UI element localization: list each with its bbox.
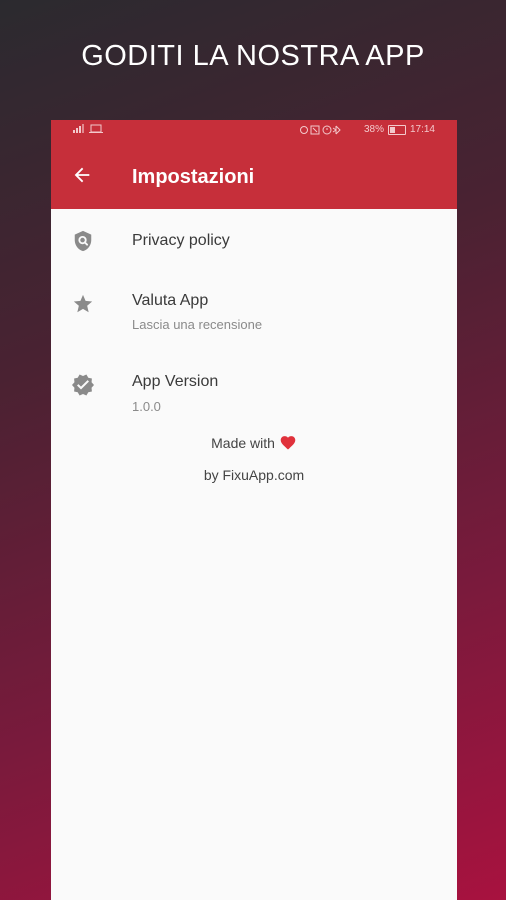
setting-rate-app[interactable]: Valuta App Lascia una recensione xyxy=(51,280,457,350)
battery-icon xyxy=(387,124,406,135)
setting-title: Valuta App xyxy=(132,292,209,309)
setting-title: App Version xyxy=(132,373,219,390)
made-with-text: Made with xyxy=(211,435,275,451)
promo-headline: GODITI LA NOSTRA APP xyxy=(81,40,425,72)
heart-icon xyxy=(280,436,296,450)
setting-title: Privacy policy xyxy=(132,232,230,249)
made-with-line: Made with xyxy=(51,434,457,451)
battery-percent: 38% xyxy=(363,124,384,135)
verified-badge-icon xyxy=(71,373,95,397)
signal-icon xyxy=(73,124,103,133)
setting-subtitle: 1.0.0 xyxy=(132,399,161,414)
star-icon xyxy=(71,292,95,316)
arrow-back-icon xyxy=(74,167,90,183)
setting-privacy-policy[interactable]: Privacy policy xyxy=(51,209,457,273)
status-time: 17:14 xyxy=(409,124,435,135)
status-bar: 38% 17:14 xyxy=(51,120,457,140)
status-left-icons xyxy=(73,124,103,137)
setting-subtitle: Lascia una recensione xyxy=(132,317,263,332)
phone-screen: 38% 17:14 Impostazioni Privacy policy Va… xyxy=(51,120,457,900)
status-right-icons: 38% 17:14 xyxy=(299,124,435,135)
setting-app-version: App Version 1.0.0 xyxy=(51,362,457,432)
back-button[interactable] xyxy=(67,160,97,190)
app-bar: Impostazioni xyxy=(51,140,457,209)
developer-credit[interactable]: by FixuApp.com xyxy=(51,467,457,483)
shield-search-icon xyxy=(71,229,95,253)
page-title: Impostazioni xyxy=(132,166,255,188)
system-icons xyxy=(299,125,341,134)
